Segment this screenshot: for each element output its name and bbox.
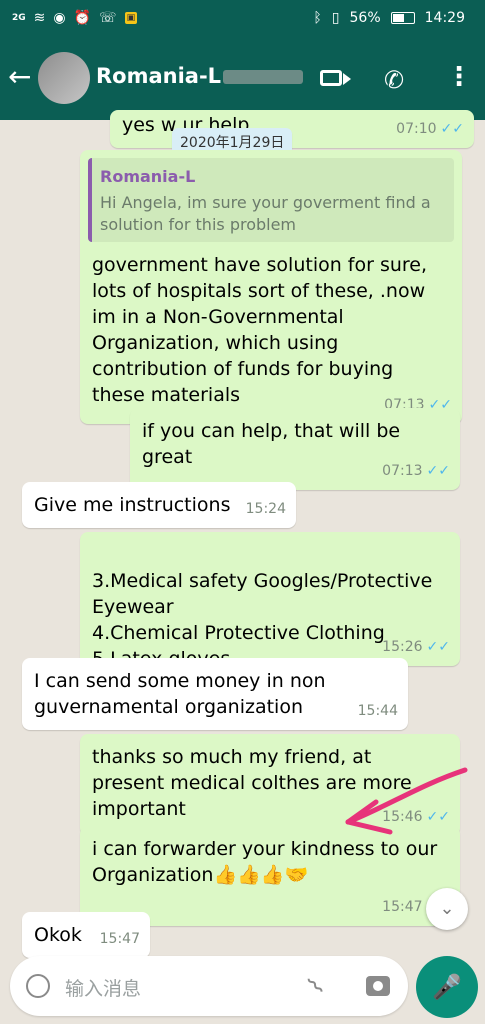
blurred-name-block xyxy=(223,70,304,84)
battery-percent: 56% xyxy=(349,10,381,26)
message-bubble-m4[interactable]: Give me instructions 15:24 xyxy=(22,482,296,528)
quoted-reply[interactable]: Romania-L Hi Angela, im sure your goverm… xyxy=(88,158,454,242)
message-input-bar[interactable]: 输入消息 ⌇ xyxy=(10,956,408,1016)
message-bubble-m9[interactable]: Okok 15:47 xyxy=(22,912,150,958)
status-left: 2G ≋ ◉ ⏰ ☏ ▣ xyxy=(12,10,138,26)
message-text: Give me instructions xyxy=(34,494,231,516)
message-text: if you can help, that will be great xyxy=(142,420,401,468)
message-time: 15:26 ✓✓ xyxy=(382,639,450,655)
status-bar: 2G ≋ ◉ ⏰ ☏ ▣ ᛒ ▯ 56% 14:29 xyxy=(0,0,485,40)
pink-arrow-annotation xyxy=(345,767,468,835)
alarm-icon: ⏰ xyxy=(73,10,92,26)
contact-name[interactable]: Romania-L xyxy=(96,64,304,88)
message-time: 07:10 ✓✓ xyxy=(396,121,464,137)
read-ticks-icon: ✓✓ xyxy=(426,463,450,479)
message-text: government have solution for sure, lots … xyxy=(92,254,428,406)
eye-icon: ◉ xyxy=(53,10,66,26)
message-time: 15:44 xyxy=(357,703,398,719)
vibrate-icon: ▯ xyxy=(331,10,340,26)
message-text: Okok xyxy=(34,924,82,946)
wifi-icon: ≋ xyxy=(33,10,46,26)
status-right: ᛒ ▯ 56% 14:29 xyxy=(313,10,465,26)
more-menu-icon[interactable]: ⋮ xyxy=(446,62,472,92)
quoted-text: Hi Angela, im sure your goverment find a… xyxy=(100,193,431,234)
battery-icon xyxy=(390,12,415,24)
read-ticks-icon: ✓✓ xyxy=(426,639,450,655)
avatar[interactable] xyxy=(38,52,90,104)
message-text: i can forwarder your kindness to our Org… xyxy=(92,838,438,886)
contact-name-text: Romania-L xyxy=(96,64,222,88)
chat-area[interactable]: yes w ur help 07:10 ✓✓ 2020年1月29日 Romania… xyxy=(0,110,485,958)
message-time: 07:13 ✓✓ xyxy=(382,463,450,479)
message-bubble-m6[interactable]: I can send some money in non guvernament… xyxy=(22,658,408,730)
message-text: I can send some money in non guvernament… xyxy=(34,670,326,718)
message-bubble-m5[interactable]: 3.Medical safety Googles/Protective Eyew… xyxy=(80,532,460,670)
bluetooth-icon: ᛒ xyxy=(313,10,322,26)
signal-indicator: 2G xyxy=(12,13,26,23)
message-input[interactable]: 输入消息 xyxy=(65,974,141,1001)
status-time: 14:29 xyxy=(424,10,465,26)
message-time: 15:24 xyxy=(245,501,286,517)
scroll-down-chevron-icon[interactable]: ⌄ xyxy=(426,888,468,930)
mic-button[interactable]: 🎤 xyxy=(416,956,478,1018)
read-ticks-icon: ✓✓ xyxy=(440,121,464,137)
whatsapp-icon: ☏ xyxy=(99,10,117,26)
message-bubble-m3[interactable]: if you can help, that will be great 07:1… xyxy=(130,408,460,490)
attachment-icon[interactable]: ⌇ xyxy=(302,972,330,1000)
emoji-icon[interactable] xyxy=(26,974,50,998)
quoted-name: Romania-L xyxy=(100,167,196,186)
video-call-icon[interactable] xyxy=(320,70,351,86)
message-bubble-m2[interactable]: Romania-L Hi Angela, im sure your goverm… xyxy=(80,150,462,424)
chat-header: ← Romania-L ✆ ⋮ xyxy=(0,40,485,120)
app-badge-icon: ▣ xyxy=(124,12,138,24)
camera-icon[interactable] xyxy=(366,976,390,996)
phone-icon[interactable]: ✆ xyxy=(384,66,404,94)
message-time: 15:47 xyxy=(99,931,140,947)
back-arrow-icon[interactable]: ← xyxy=(8,60,31,93)
message-bubble-m8[interactable]: i can forwarder your kindness to our Org… xyxy=(80,826,460,926)
